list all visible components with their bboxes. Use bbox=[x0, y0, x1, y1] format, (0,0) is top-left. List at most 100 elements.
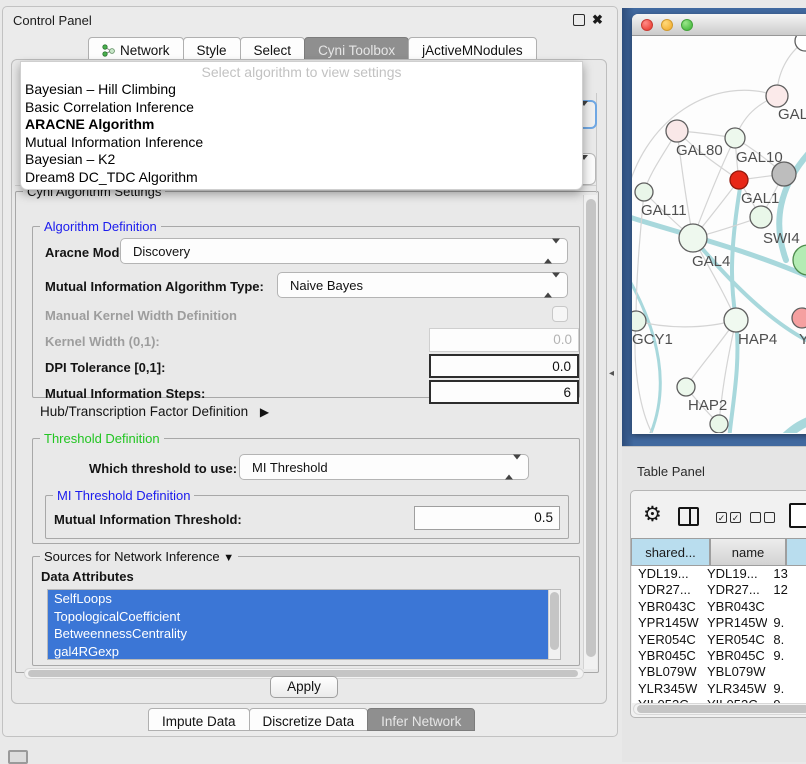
tab-jactivemnodules[interactable]: jActiveMNodules bbox=[408, 37, 537, 60]
network-node[interactable] bbox=[679, 224, 707, 252]
network-node[interactable] bbox=[677, 378, 695, 396]
network-node-label: GAL10 bbox=[736, 149, 783, 166]
minimize-window-icon[interactable] bbox=[661, 19, 673, 31]
network-node[interactable] bbox=[725, 128, 745, 148]
table-row[interactable]: YER054CYER054C8. bbox=[632, 632, 806, 648]
mi-threshold-field[interactable]: 0.5 bbox=[414, 506, 560, 530]
table-row[interactable]: YBR043CYBR043C bbox=[632, 599, 806, 615]
apply-button[interactable]: Apply bbox=[270, 676, 338, 698]
manual-kernel-label: Manual Kernel Width Definition bbox=[45, 308, 237, 323]
attribute-list-item[interactable]: TopologicalCoefficient bbox=[48, 608, 549, 626]
expand-arrow-icon[interactable]: ▶ bbox=[260, 405, 269, 419]
clear-checkboxes-icon[interactable] bbox=[750, 512, 775, 523]
table-row[interactable]: YBR045CYBR045C9. bbox=[632, 648, 806, 664]
mi-steps-field[interactable]: 6 bbox=[429, 380, 579, 404]
dpi-tolerance-label: DPI Tolerance [0,1]: bbox=[45, 360, 165, 375]
network-node[interactable] bbox=[766, 85, 788, 107]
table-row[interactable]: YBL079WYBL079W bbox=[632, 664, 806, 680]
attributes-vscrollbar[interactable] bbox=[548, 590, 560, 659]
which-threshold-label: Which threshold to use: bbox=[89, 461, 237, 476]
which-threshold-combo[interactable]: MI Threshold bbox=[239, 454, 529, 480]
table-row[interactable]: YDR27...YDR27...12 bbox=[632, 582, 806, 598]
table-row[interactable]: YDL19...YDL19...13 bbox=[632, 566, 806, 582]
network-node[interactable] bbox=[772, 162, 796, 186]
network-node-label: HAP4 bbox=[738, 331, 777, 348]
columns-icon[interactable] bbox=[678, 507, 699, 526]
network-node[interactable] bbox=[632, 311, 646, 331]
attribute-list-item[interactable]: BetweennessCentrality bbox=[48, 625, 549, 643]
dropdown-item[interactable]: Bayesian – Hill Climbing bbox=[21, 81, 582, 99]
mi-steps-label: Mutual Information Steps: bbox=[45, 386, 205, 401]
attribute-list-item[interactable]: gal4RGexp bbox=[48, 643, 549, 661]
tab-network[interactable]: Network bbox=[88, 37, 184, 60]
kernel-width-field[interactable]: 0.0 bbox=[429, 328, 579, 352]
settings-vscrollbar[interactable] bbox=[583, 195, 597, 669]
network-window-titlebar[interactable] bbox=[632, 14, 806, 36]
table-cell: YLR345W bbox=[701, 681, 767, 697]
dropdown-item[interactable]: Basic Correlation Inference bbox=[21, 99, 582, 117]
select-all-checkboxes-icon[interactable]: ✓ ✓ bbox=[716, 512, 741, 523]
table-hscrollbar-thumb[interactable] bbox=[637, 705, 806, 713]
hub-definition-toggle[interactable]: Hub/Transcription Factor Definition ▶ bbox=[40, 404, 269, 419]
control-panel-title: Control Panel bbox=[13, 13, 92, 28]
table-cell bbox=[767, 599, 806, 615]
table-cell: YER054C bbox=[701, 632, 767, 648]
manual-kernel-checkbox[interactable] bbox=[552, 306, 568, 322]
network-node[interactable] bbox=[792, 308, 806, 328]
column-header-clipped[interactable] bbox=[786, 538, 806, 566]
mi-threshold-label: Mutual Information Threshold: bbox=[54, 512, 242, 527]
network-node[interactable] bbox=[750, 206, 772, 228]
tab-infer-network[interactable]: Infer Network bbox=[367, 708, 475, 731]
sources-group-title: Sources for Network Inference ▼ bbox=[40, 549, 238, 564]
export-table-icon[interactable] bbox=[789, 503, 806, 528]
tab-cyni-toolbox[interactable]: Cyni Toolbox bbox=[304, 37, 409, 60]
splitter-collapse-icon[interactable]: ◂ bbox=[609, 368, 614, 379]
dropdown-item[interactable]: Mutual Information Inference bbox=[21, 134, 582, 152]
tab-select[interactable]: Select bbox=[240, 37, 306, 60]
network-edge[interactable] bbox=[782, 418, 806, 433]
mi-type-label: Mutual Information Algorithm Type: bbox=[45, 279, 264, 294]
mi-type-combo[interactable]: Naive Bayes bbox=[277, 272, 568, 298]
settings-vscrollbar-thumb[interactable] bbox=[586, 199, 596, 657]
tab-impute-data[interactable]: Impute Data bbox=[148, 708, 250, 731]
cyni-algorithm-settings-group: Cyni Algorithm Settings Algorithm Defini… bbox=[15, 191, 599, 673]
dropdown-item[interactable]: ARACNE Algorithm bbox=[21, 116, 582, 134]
dropdown-item[interactable]: Dream8 DC_TDC Algorithm bbox=[21, 169, 582, 187]
aracne-mode-combo[interactable]: Discovery bbox=[120, 238, 568, 264]
attribute-list-item[interactable]: SelfLoops bbox=[48, 590, 549, 608]
network-canvas[interactable]: GALGAL80GAL10GAL1GAL11SWI4GAL4GCY1HAP4YH… bbox=[632, 36, 806, 433]
network-node-label: SWI4 bbox=[763, 230, 800, 247]
data-attributes-list[interactable]: SelfLoopsTopologicalCoefficientBetweenne… bbox=[47, 589, 561, 660]
zoom-window-icon[interactable] bbox=[681, 19, 693, 31]
network-node-label: HAP2 bbox=[688, 397, 727, 414]
table-row[interactable]: YLR345WYLR345W9. bbox=[632, 681, 806, 697]
network-node[interactable] bbox=[710, 415, 728, 433]
close-panel-icon[interactable]: ✖ bbox=[592, 14, 603, 26]
column-header-sharedname[interactable]: shared... bbox=[631, 538, 710, 566]
network-node-label: GAL11 bbox=[641, 202, 687, 219]
table-row[interactable]: YPR145WYPR145W9. bbox=[632, 615, 806, 631]
attributes-vscrollbar-thumb[interactable] bbox=[550, 592, 559, 650]
table-hscrollbar[interactable] bbox=[633, 703, 806, 715]
network-node[interactable] bbox=[730, 171, 748, 189]
dropdown-item[interactable]: Bayesian – K2 bbox=[21, 151, 582, 169]
table-cell: YPR145W bbox=[701, 615, 767, 631]
network-edge[interactable] bbox=[732, 188, 740, 320]
float-panel-icon[interactable] bbox=[573, 14, 585, 26]
column-header-name[interactable]: name bbox=[710, 538, 786, 566]
tab-style[interactable]: Style bbox=[183, 37, 241, 60]
gear-icon[interactable]: ⚙ bbox=[643, 504, 662, 525]
network-edge[interactable] bbox=[729, 320, 737, 433]
collapse-arrow-icon[interactable]: ▼ bbox=[223, 552, 234, 564]
network-node[interactable] bbox=[635, 183, 653, 201]
close-window-icon[interactable] bbox=[641, 19, 653, 31]
table-header-row: shared... name bbox=[632, 538, 806, 566]
network-node[interactable] bbox=[666, 120, 688, 142]
network-node[interactable] bbox=[724, 308, 748, 332]
network-node-label: GAL80 bbox=[676, 142, 723, 159]
tab-discretize-data[interactable]: Discretize Data bbox=[249, 708, 369, 731]
table-cell: YBL079W bbox=[701, 664, 767, 680]
dpi-tolerance-field[interactable]: 0.0 bbox=[429, 354, 579, 378]
mi-threshold-group: MI Threshold Definition Mutual Informati… bbox=[45, 495, 569, 539]
aracne-mode-label: Aracne Mode: bbox=[45, 245, 131, 260]
